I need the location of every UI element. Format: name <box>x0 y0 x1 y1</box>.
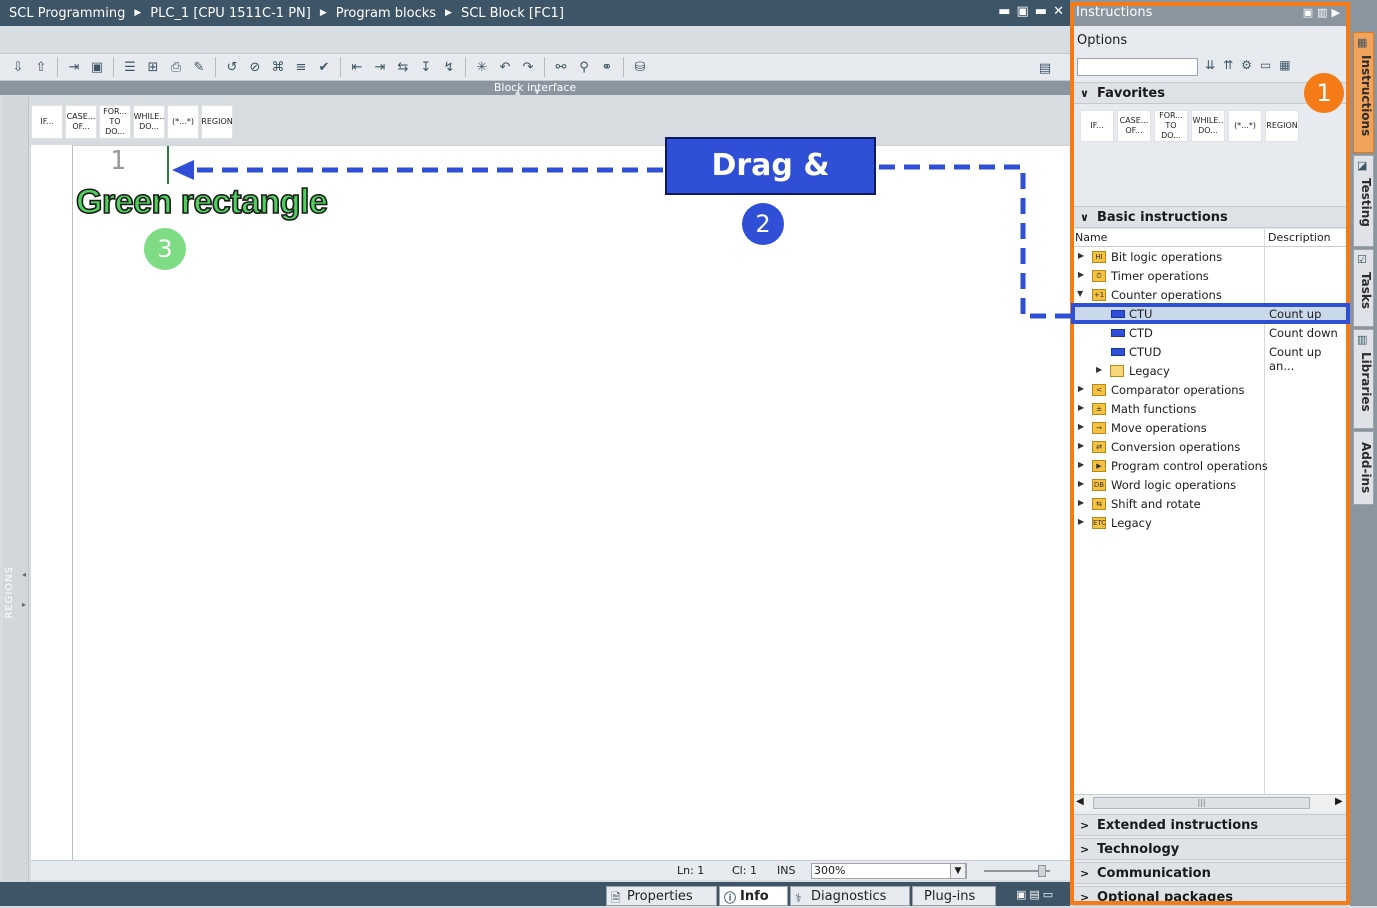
green-rectangle-label: Green rectangle <box>75 182 328 222</box>
arrowhead-icon <box>172 160 194 180</box>
drag-path-dashed-line <box>878 164 1071 319</box>
drag-drop-label: Drag & Drop <box>665 137 876 237</box>
step-badge-2: 2 <box>742 203 784 245</box>
step-badge-3: 3 <box>144 228 186 270</box>
drag-arrow-overlay <box>172 160 1071 319</box>
